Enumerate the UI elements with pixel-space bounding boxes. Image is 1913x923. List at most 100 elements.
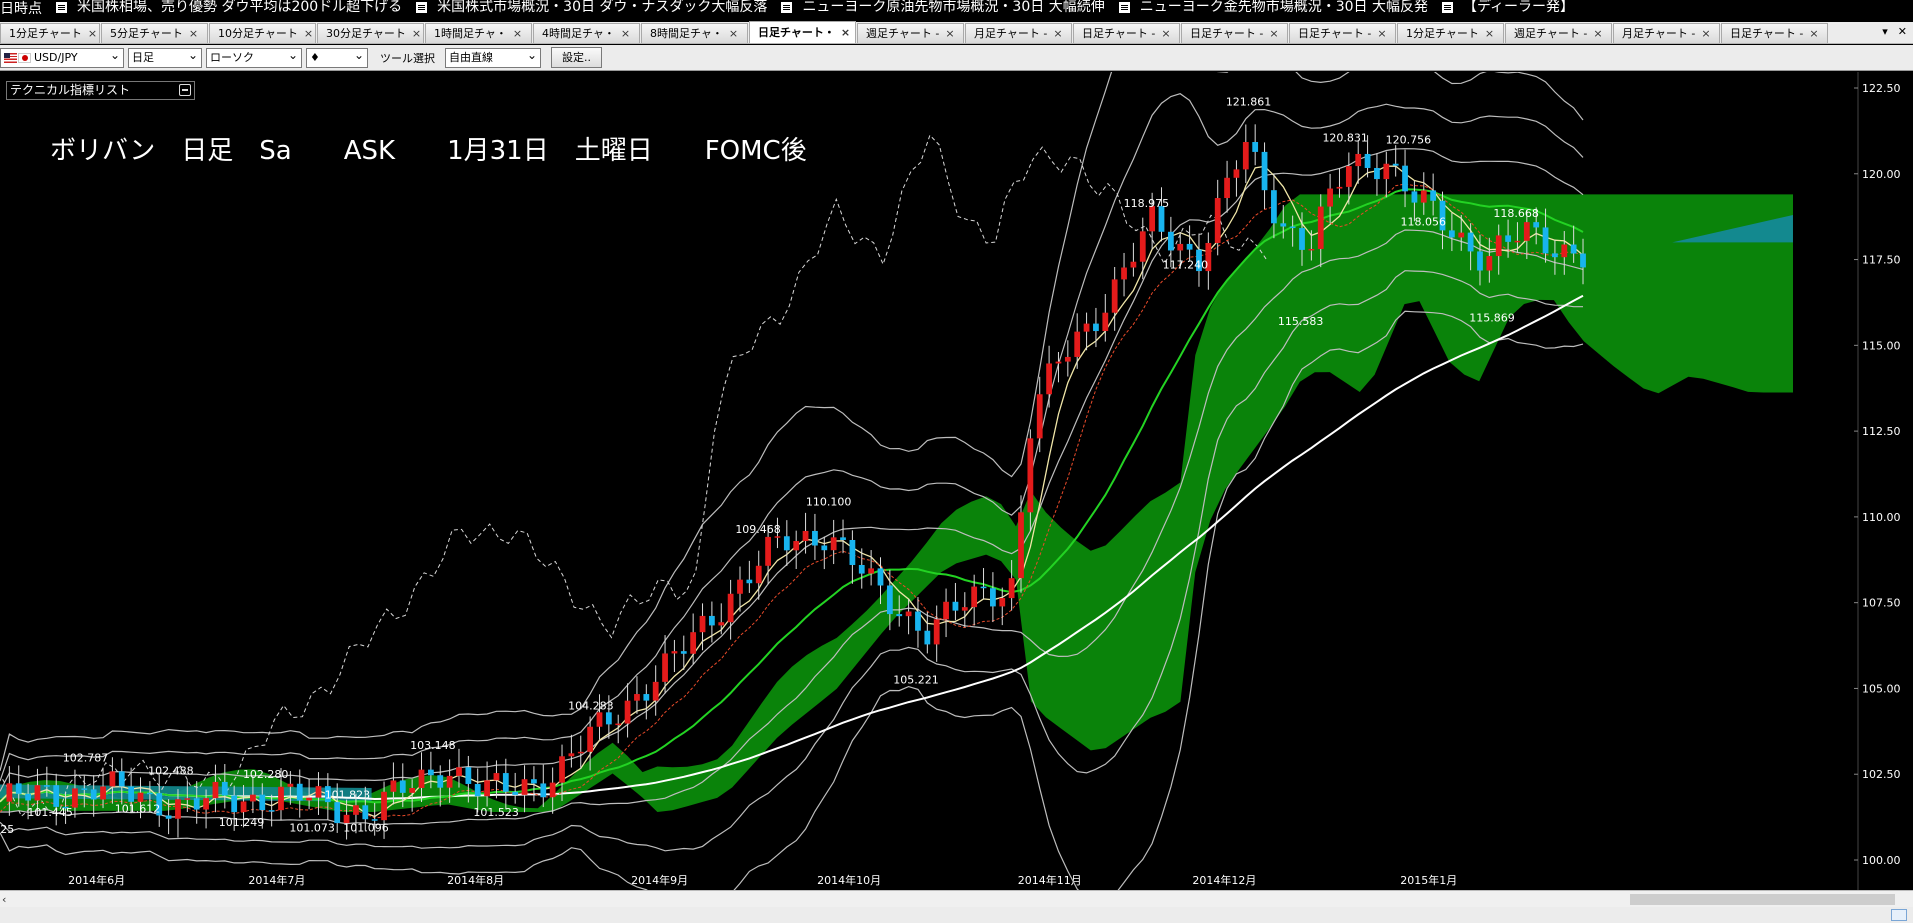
tab-list-icon[interactable]: ▾	[1882, 25, 1888, 38]
bearish-candle	[1430, 190, 1437, 201]
bearish-candle	[1374, 167, 1380, 180]
chart-type-select[interactable]: ローソク	[206, 47, 302, 68]
tab-close-icon[interactable]: ×	[513, 24, 522, 43]
ticker-item[interactable]: 【ディーラー発】	[1441, 0, 1574, 15]
chart-tab[interactable]: 日足チャート - ×	[1289, 23, 1396, 43]
chart-tab[interactable]: 月足チャート - ×	[1613, 23, 1720, 43]
news-icon	[56, 2, 67, 13]
chart-tab[interactable]: 8時間足チャ・ ×	[641, 23, 748, 43]
tab-label: 1分足チャート	[1406, 27, 1479, 40]
chart-tab[interactable]: 1分足チャート ×	[0, 23, 100, 43]
ticker-item[interactable]: 日時点	[0, 2, 42, 16]
bearish-candle	[296, 783, 303, 801]
chart-tab[interactable]: 週足チャート - ×	[857, 23, 964, 43]
news-icon	[1118, 2, 1130, 13]
bearish-candle	[746, 579, 753, 584]
bearish-candle	[849, 539, 856, 565]
bullish-candle	[1046, 363, 1052, 395]
news-ticker[interactable]: 日時点 米国株相場、売り優勢 ダウ平均は200ドル超下げる 米国株式市場概況・30日…	[0, 0, 1913, 15]
bearish-candle	[840, 537, 846, 540]
y-tick-label: 107.50	[1862, 597, 1901, 610]
bullish-candle	[34, 785, 41, 801]
ticker-item[interactable]: 米国株式市場概況・30日 ダウ・ナスダック大幅反落	[416, 0, 767, 15]
price-chart[interactable]: 100.00 102.50 105.00 107.50 110.00 112.50 115.…	[0, 72, 1913, 890]
tab-label: 日足チャート -	[1082, 27, 1156, 40]
bullish-candle	[1420, 190, 1427, 203]
bullish-candle	[699, 615, 706, 633]
bullish-candle	[1336, 186, 1343, 189]
tool-select[interactable]: 自由直線	[445, 47, 541, 68]
tab-close-icon[interactable]: ×	[729, 24, 738, 43]
tab-close-icon[interactable]: ×	[304, 24, 313, 43]
tab-close-icon[interactable]: ×	[189, 24, 198, 43]
tab-close-icon[interactable]: ×	[841, 23, 850, 42]
chart-tab[interactable]: 日足チャート - ×	[1181, 23, 1288, 43]
chart-tab[interactable]: 10分足チャート ×	[209, 23, 316, 43]
tab-close-icon[interactable]: ×	[1701, 24, 1710, 43]
chart-area[interactable]: 100.00 102.50 105.00 107.50 110.00 112.50 115.…	[0, 72, 1913, 890]
settings-button[interactable]: 設定..	[551, 47, 602, 68]
tab-close-icon[interactable]: ×	[1485, 24, 1494, 43]
price-annotation: 117.240	[1163, 259, 1209, 272]
chart-tab[interactable]: 日足チャート - ×	[1073, 23, 1180, 43]
chart-tab[interactable]: 1分足チャート ×	[1397, 23, 1504, 43]
chart-tab[interactable]: 1時間足チャ・ ×	[425, 23, 532, 43]
ticker-item[interactable]: ニューヨーク金先物市場概況・30日 大幅反発	[1118, 0, 1428, 15]
ticker-item[interactable]: ニューヨーク原油先物市場概況・30日 大幅続伸	[781, 0, 1105, 15]
bearish-candle	[1271, 190, 1277, 224]
indicator-list-panel[interactable]: テクニカル指標リスト	[6, 81, 195, 100]
bullish-candle	[418, 769, 425, 789]
bullish-candle	[830, 537, 837, 551]
price-annotation: 115.583	[1278, 315, 1324, 328]
bullish-candle	[250, 794, 256, 802]
bearish-candle	[680, 651, 687, 654]
chart-tab[interactable]: 週足チャート - ×	[1505, 23, 1612, 43]
chart-tab[interactable]: 日足チャート - ×	[1721, 23, 1828, 43]
line-style-select[interactable]: ♦	[306, 47, 368, 68]
tab-close-icon[interactable]: ×	[1053, 24, 1062, 43]
horizontal-scrollbar[interactable]: ‹	[0, 890, 1913, 907]
chart-tab[interactable]: 月足チャート - ×	[965, 23, 1072, 43]
bullish-candle	[774, 536, 781, 538]
ticker-item[interactable]: 米国株相場、売り優勢 ダウ平均は200ドル超下げる	[56, 0, 402, 15]
tab-close-icon[interactable]: ×	[88, 24, 97, 43]
bullish-candle	[409, 788, 416, 793]
chart-tab[interactable]: 日足チャート・ ×	[749, 21, 856, 43]
chart-tab[interactable]: 5分足チャート ×	[101, 23, 208, 43]
y-tick-label: 102.50	[1862, 768, 1901, 781]
minimize-icon[interactable]	[179, 84, 191, 96]
tab-close-icon[interactable]: ×	[1377, 24, 1386, 43]
window-icon[interactable]	[1891, 909, 1907, 921]
close-all-tabs-icon[interactable]: ✕	[1898, 25, 1907, 38]
price-annotation: 118.975	[1124, 197, 1170, 210]
chart-tab[interactable]: 30分足チャート ×	[317, 23, 424, 43]
bullish-candle	[203, 798, 209, 810]
symbol-select[interactable]: USD/JPY	[0, 47, 124, 68]
bullish-candle	[381, 791, 387, 821]
price-annotation: 101.523	[473, 806, 519, 819]
price-annotation: 121.861	[1226, 96, 1272, 109]
tab-close-icon[interactable]: ×	[1593, 24, 1602, 43]
tab-close-icon[interactable]: ×	[1809, 24, 1818, 43]
tab-close-icon[interactable]: ×	[945, 24, 954, 43]
bearish-candle	[268, 810, 275, 812]
bearish-candle	[437, 775, 444, 788]
tab-close-icon[interactable]: ×	[1269, 24, 1278, 43]
tab-close-icon[interactable]: ×	[621, 24, 630, 43]
bearish-candle	[43, 785, 50, 787]
indicator-list-title: テクニカル指標リスト	[10, 83, 131, 97]
bullish-candle	[652, 681, 659, 701]
price-annotation: 105.221	[893, 674, 939, 687]
tab-close-icon[interactable]: ×	[412, 24, 421, 43]
scroll-thumb[interactable]	[1630, 894, 1895, 905]
bearish-candle	[877, 568, 884, 586]
bullish-candle	[596, 712, 603, 727]
bullish-candle	[1308, 248, 1315, 251]
bullish-candle	[755, 565, 762, 584]
chart-tab[interactable]: 4時間足チャ・ ×	[533, 23, 640, 43]
bullish-candle	[1036, 394, 1043, 439]
period-select[interactable]: 日足	[128, 47, 202, 68]
tab-close-icon[interactable]: ×	[1161, 24, 1170, 43]
scroll-left-icon[interactable]: ‹	[2, 893, 6, 906]
y-tick-label: 122.50	[1862, 82, 1901, 95]
